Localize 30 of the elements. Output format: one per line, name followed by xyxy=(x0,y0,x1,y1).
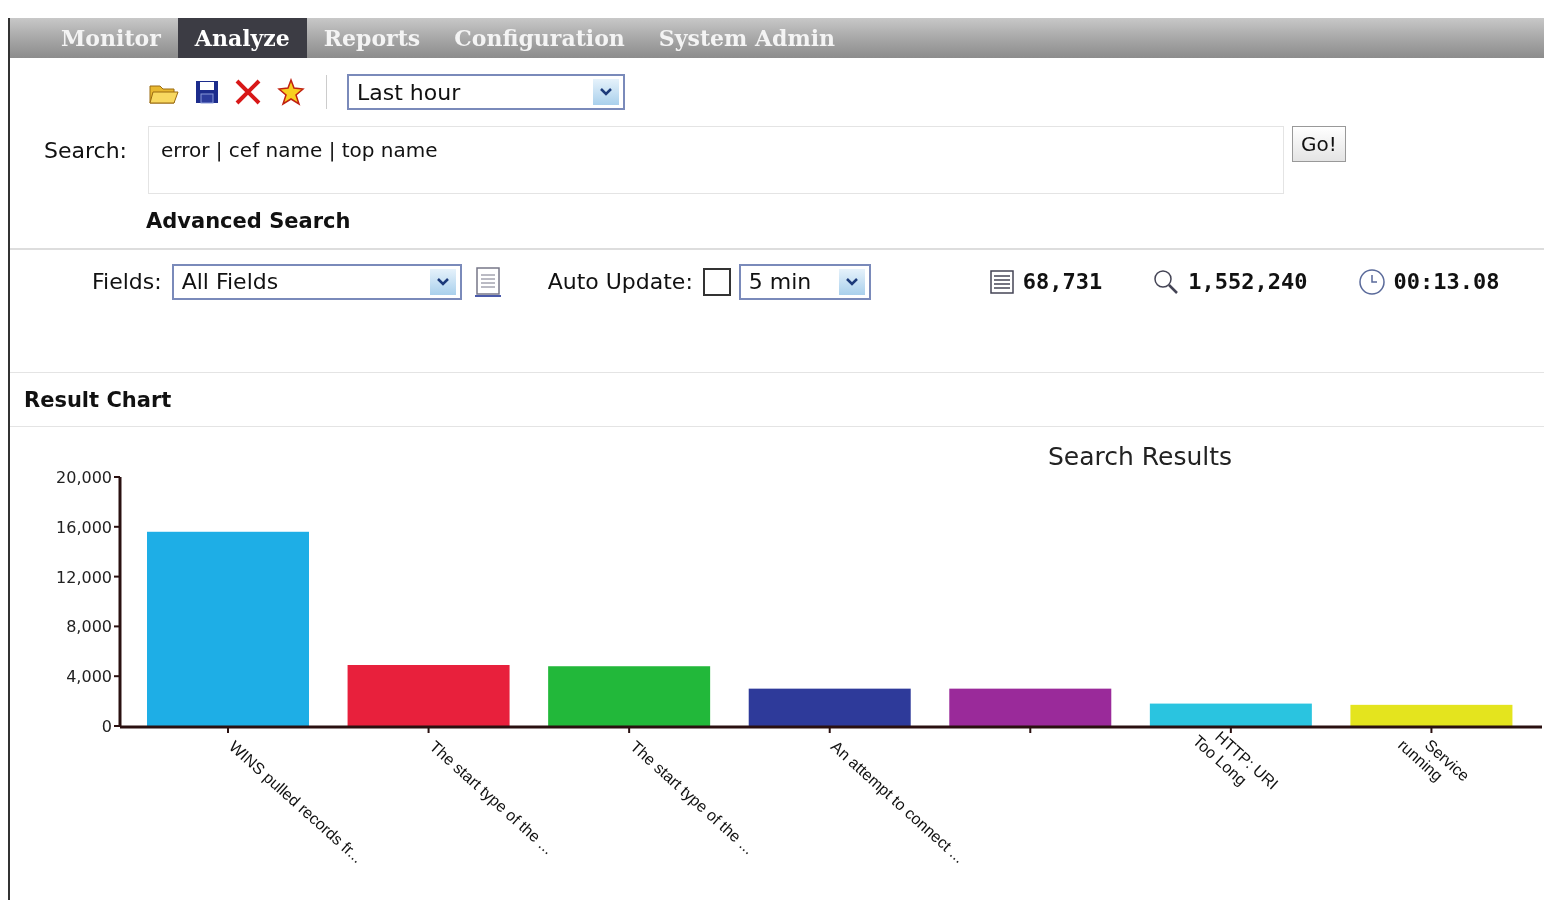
result-chart-heading: Result Chart xyxy=(24,386,172,414)
time-range-dropdown[interactable]: Last hour xyxy=(347,74,625,110)
y-tick-label: 16,000 xyxy=(56,517,112,537)
y-tick-label: 12,000 xyxy=(56,567,112,587)
x-category-label: The start type of the ... xyxy=(426,737,557,858)
fields-dropdown[interactable]: All Fields xyxy=(171,263,462,300)
auto-update-label: Auto Update: xyxy=(547,268,693,296)
interval-dropdown[interactable]: 5 min xyxy=(738,263,871,300)
advanced-search-link[interactable]: Advanced Search xyxy=(146,206,351,238)
search-label: Search: xyxy=(44,137,128,165)
go-button[interactable]: Go! xyxy=(1292,126,1346,162)
close-icon[interactable] xyxy=(234,78,262,106)
document-icon[interactable] xyxy=(473,265,502,298)
y-tick-label: 4,000 xyxy=(66,667,112,687)
y-tick-label: 20,000 xyxy=(56,468,112,487)
fields-label: Fields: xyxy=(92,268,162,296)
y-tick-label: 0 xyxy=(101,717,112,736)
stat-value: 1,552,240 xyxy=(1188,268,1308,296)
auto-update-checkbox[interactable] xyxy=(702,267,731,296)
stat-value: 00:13.08 xyxy=(1393,268,1500,296)
search-field[interactable]: error | cef name | top name xyxy=(148,126,1284,194)
clock-icon xyxy=(1357,267,1386,296)
nav-tab[interactable]: Analyze xyxy=(177,18,307,58)
y-tick-label: 8,000 xyxy=(66,617,112,637)
list-icon xyxy=(988,268,1015,295)
sparkle-star-icon[interactable] xyxy=(276,78,306,106)
chart-title: Search Results xyxy=(1047,442,1233,471)
stat-value: 68,731 xyxy=(1022,268,1103,296)
save-icon[interactable] xyxy=(194,79,220,105)
x-category-label: The start type of the ... xyxy=(627,737,758,858)
